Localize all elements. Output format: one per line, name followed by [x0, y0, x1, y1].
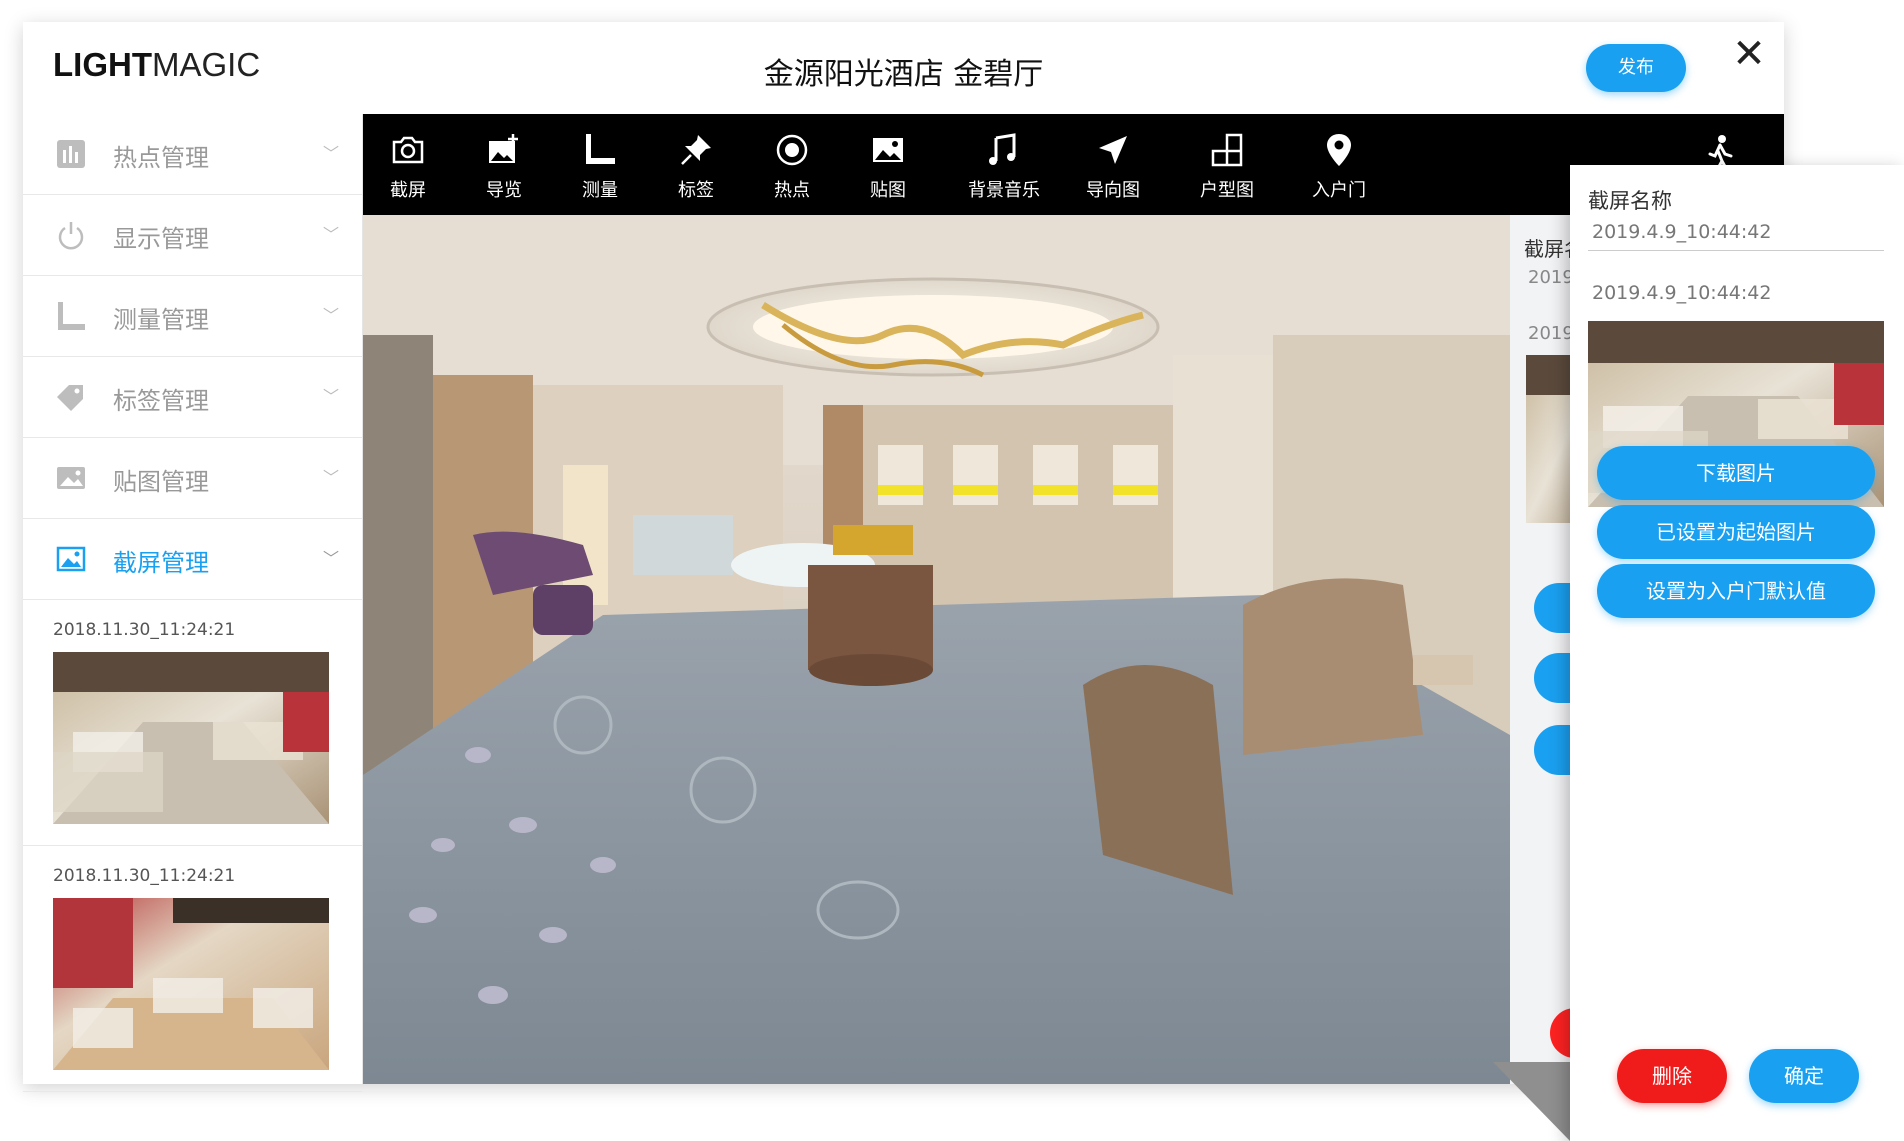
tool-floorplan[interactable]: 户型图 — [1177, 114, 1277, 215]
chevron-down-icon: ﹀ — [323, 306, 340, 325]
floorplan-icon — [1211, 133, 1243, 167]
sidebar-item-label: 显示管理 — [113, 225, 209, 253]
sidebar: 热点管理 ﹀ 显示管理 ﹀ 测量管理 ﹀ 标签管理 ﹀ 贴图管理 ﹀ 截屏管理 … — [23, 114, 363, 1092]
screenshot-list-item[interactable]: 2018.11.30_11:24:21 — [23, 600, 362, 846]
tool-label: 贴图 — [870, 180, 906, 201]
tool-bgm[interactable]: 背景音乐 — [949, 114, 1059, 215]
editor-window: LIGHTMAGIC 金源阳光酒店 金碧厅 发布 ✕ 热点管理 ﹀ 显示管理 ﹀ — [23, 22, 1784, 1092]
tool-label: 测量 — [582, 180, 618, 201]
chevron-down-icon: ﹀ — [323, 549, 340, 568]
panorama-viewport[interactable] — [363, 215, 1510, 1084]
tool-label: 标签 — [678, 180, 714, 201]
location-icon — [1327, 134, 1351, 166]
chevron-down-icon: ﹀ — [323, 468, 340, 487]
music-icon — [989, 133, 1016, 165]
sidebar-item-label: 标签管理 — [113, 387, 209, 415]
sidebar-item-label: 截屏管理 — [113, 549, 209, 577]
screenshot-detail-panel: 截屏名称 2019.4.9_10:44:42 2019.4.9_10:44:42… — [1570, 165, 1904, 1141]
sidebar-item-measure[interactable]: 测量管理 ﹀ — [23, 276, 362, 357]
delete-button[interactable]: 删除 — [1617, 1049, 1727, 1103]
sidebar-item-tag[interactable]: 标签管理 ﹀ — [23, 357, 362, 438]
tool-entrance[interactable]: 入户门 — [1289, 114, 1389, 215]
sidebar-item-label: 热点管理 — [113, 144, 209, 172]
download-image-button[interactable]: 下载图片 — [1597, 446, 1875, 500]
power-icon — [58, 222, 84, 250]
tool-label: 热点 — [774, 180, 810, 201]
set-start-image-button[interactable]: 已设置为起始图片 — [1597, 505, 1875, 559]
tool-label: 户型图 — [1200, 180, 1254, 201]
tool-hotspot[interactable]: 热点 — [747, 114, 837, 215]
screenshot-timestamp: 2018.11.30_11:24:21 — [53, 620, 236, 640]
close-icon[interactable]: ✕ — [1729, 34, 1769, 76]
ruler-icon — [58, 302, 85, 330]
chevron-down-icon: ﹀ — [323, 225, 340, 244]
tool-measure[interactable]: 测量 — [555, 114, 645, 215]
tool-label: 导向图 — [1086, 180, 1140, 201]
screenshot-timestamp: 2019.4.9_10:44:42 — [1592, 282, 1772, 304]
set-entrance-default-button[interactable]: 设置为入户门默认值 — [1597, 564, 1875, 618]
camera-icon — [392, 136, 424, 164]
header-bar: LIGHTMAGIC 金源阳光酒店 金碧厅 发布 ✕ — [23, 22, 1784, 114]
panel-fold-shadow — [1493, 1062, 1570, 1141]
page-title: 金源阳光酒店 金碧厅 — [763, 57, 1044, 92]
tool-label: 截屏 — [390, 180, 426, 201]
hotspot-icon — [776, 134, 808, 166]
tag-icon — [57, 385, 83, 411]
tour-icon — [489, 134, 518, 163]
tool-guide-map[interactable]: 导向图 — [1063, 114, 1163, 215]
tool-tag[interactable]: 标签 — [651, 114, 741, 215]
confirm-button[interactable]: 确定 — [1749, 1049, 1859, 1103]
tool-screenshot[interactable]: 截屏 — [363, 114, 453, 215]
sidebar-item-label: 贴图管理 — [113, 468, 209, 496]
image-sticker-icon — [57, 467, 85, 489]
image-icon — [873, 138, 903, 162]
pin-icon — [681, 135, 711, 165]
sidebar-item-sticker[interactable]: 贴图管理 ﹀ — [23, 438, 362, 519]
sidebar-item-screenshot[interactable]: 截屏管理 ﹀ — [23, 519, 362, 600]
tool-label: 背景音乐 — [968, 180, 1040, 201]
screenshot-name-input[interactable]: 2019.4.9_10:44:42 — [1588, 217, 1884, 251]
screenshot-icon — [56, 546, 86, 572]
ruler-icon — [586, 134, 615, 164]
publish-button[interactable]: 发布 — [1586, 44, 1686, 92]
chevron-down-icon: ﹀ — [323, 144, 340, 163]
screenshot-thumbnail[interactable] — [53, 652, 329, 824]
tool-label: 入户门 — [1312, 180, 1366, 201]
tool-sticker[interactable]: 贴图 — [843, 114, 933, 215]
tool-tour[interactable]: 导览 — [459, 114, 549, 215]
chevron-down-icon: ﹀ — [323, 387, 340, 406]
screenshot-thumbnail[interactable] — [53, 898, 329, 1070]
bar-chart-icon — [57, 140, 85, 168]
navigation-icon — [1099, 136, 1127, 164]
sidebar-item-label: 测量管理 — [113, 306, 209, 334]
screenshot-list-item[interactable]: 2018.11.30_11:24:21 — [23, 846, 362, 1092]
screenshot-name-label: 截屏名称 — [1588, 189, 1672, 213]
screenshot-timestamp: 2018.11.30_11:24:21 — [53, 866, 236, 886]
sidebar-item-display[interactable]: 显示管理 ﹀ — [23, 195, 362, 276]
sidebar-item-hotspot[interactable]: 热点管理 ﹀ — [23, 114, 362, 195]
tool-label: 导览 — [486, 180, 522, 201]
